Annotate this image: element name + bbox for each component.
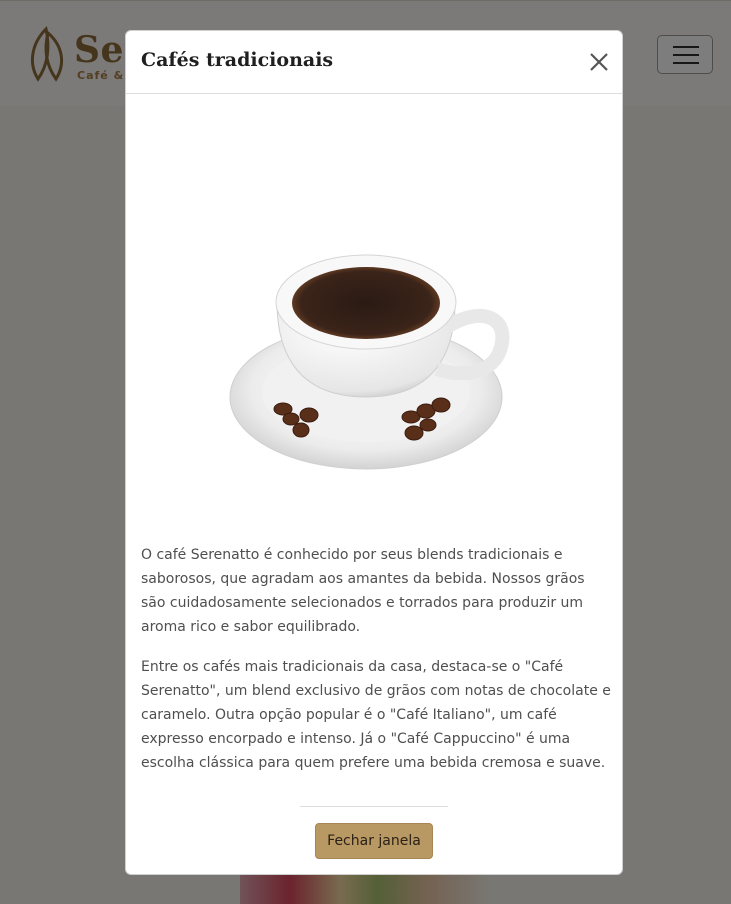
modal-header: Cafés tradicionais — [126, 31, 622, 94]
footer-divider — [300, 806, 448, 807]
close-window-button[interactable]: Fechar janela — [315, 823, 433, 859]
coffee-cup-icon — [229, 254, 510, 470]
modal-body-text: O café Serenatto é conhecido por seus bl… — [141, 543, 611, 791]
modal-dialog: Cafés tradicionais O café Serenatto é co… — [125, 30, 623, 875]
coffee-image — [141, 107, 607, 527]
paragraph-intro: O café Serenatto é conhecido por seus bl… — [141, 547, 585, 635]
modal-title: Cafés tradicionais — [141, 49, 334, 71]
close-icon — [590, 53, 608, 71]
paragraph-details: Entre os cafés mais tradicionais da casa… — [141, 659, 611, 771]
close-button[interactable] — [584, 47, 614, 77]
